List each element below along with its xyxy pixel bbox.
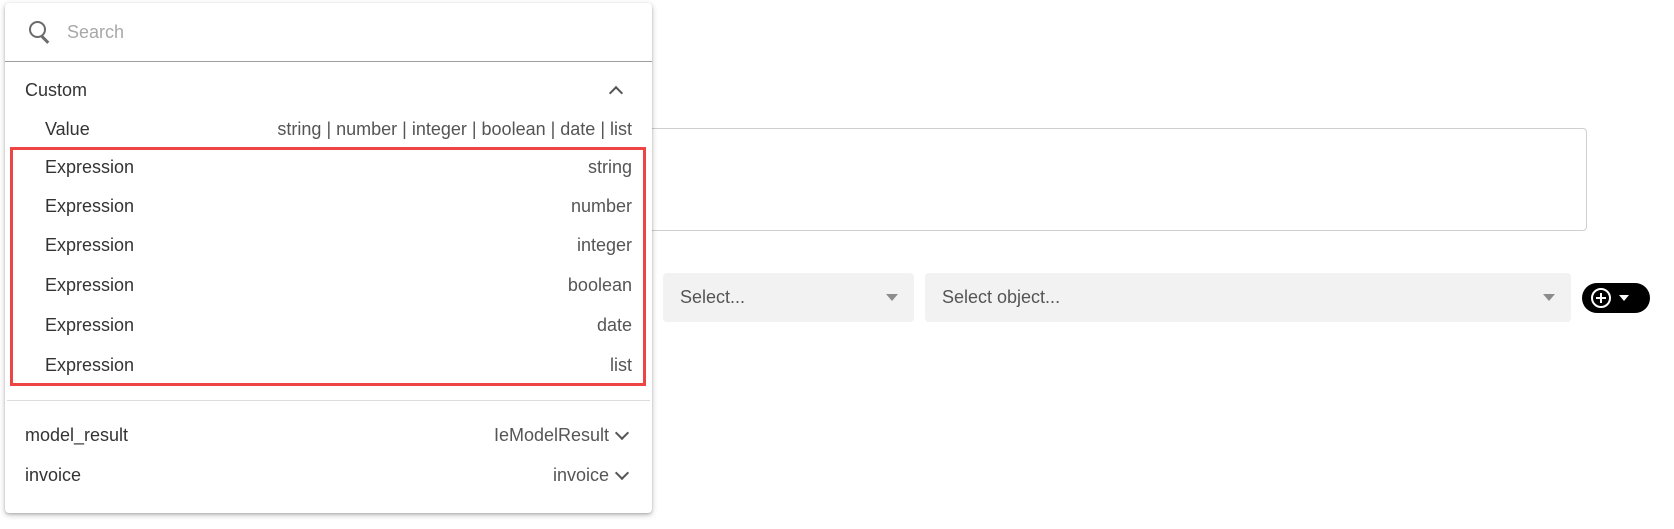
option-label: Expression — [45, 354, 135, 375]
chevron-down-icon[interactable] — [614, 465, 630, 480]
operator-select-value: Select... — [680, 287, 746, 307]
variable-model-result[interactable]: model_result IeModelResult — [5, 416, 652, 454]
variable-invoice[interactable]: invoice invoice — [5, 456, 652, 494]
option-label: Expression — [45, 195, 135, 216]
variable-label: model_result — [25, 424, 129, 445]
variable-dropdown: Custom Value string | number | integer |… — [5, 3, 652, 513]
chevron-up-icon — [608, 85, 624, 101]
option-expression-date[interactable]: Expression date — [5, 305, 652, 345]
option-label: Expression — [45, 314, 135, 335]
option-type: string | number | integer | boolean | da… — [277, 118, 632, 139]
operator-select[interactable]: Select... — [663, 273, 914, 322]
option-type: date — [596, 314, 632, 335]
variable-type: IeModelResult — [493, 424, 609, 445]
option-type: number — [570, 195, 632, 216]
option-type: integer — [576, 234, 632, 255]
option-label: Expression — [45, 274, 135, 295]
search-bar — [5, 3, 652, 62]
chevron-down-icon — [1543, 294, 1555, 301]
custom-group-header[interactable]: Custom — [5, 71, 652, 109]
option-type: string — [587, 156, 632, 177]
object-select[interactable]: Select object... — [925, 273, 1571, 322]
divider — [7, 400, 650, 401]
option-type: list — [610, 354, 632, 375]
expression-textarea[interactable] — [600, 128, 1587, 231]
page: Select... Select object... Custom Value … — [0, 0, 1674, 529]
option-label: Expression — [45, 156, 135, 177]
option-label: Expression — [45, 234, 135, 255]
caret-down-icon — [1619, 295, 1629, 301]
option-value[interactable]: Value string | number | integer | boolea… — [5, 109, 652, 149]
variable-label: invoice — [25, 464, 82, 485]
option-label: Value — [45, 118, 90, 139]
add-menu-button[interactable] — [1582, 283, 1650, 313]
variable-type: invoice — [552, 464, 609, 485]
option-expression-string[interactable]: Expression string — [5, 147, 652, 187]
option-expression-list[interactable]: Expression list — [5, 345, 652, 385]
option-type: boolean — [567, 274, 632, 295]
custom-group-label: Custom — [25, 79, 88, 100]
object-select-value: Select object... — [942, 287, 1061, 307]
chevron-down-icon — [886, 294, 898, 301]
option-expression-integer[interactable]: Expression integer — [5, 225, 652, 265]
chevron-down-icon[interactable] — [614, 425, 630, 440]
option-expression-boolean[interactable]: Expression boolean — [5, 265, 652, 305]
search-input[interactable] — [65, 20, 609, 44]
plus-circle-icon — [1591, 288, 1611, 308]
option-expression-number[interactable]: Expression number — [5, 186, 652, 226]
search-icon — [27, 19, 53, 45]
